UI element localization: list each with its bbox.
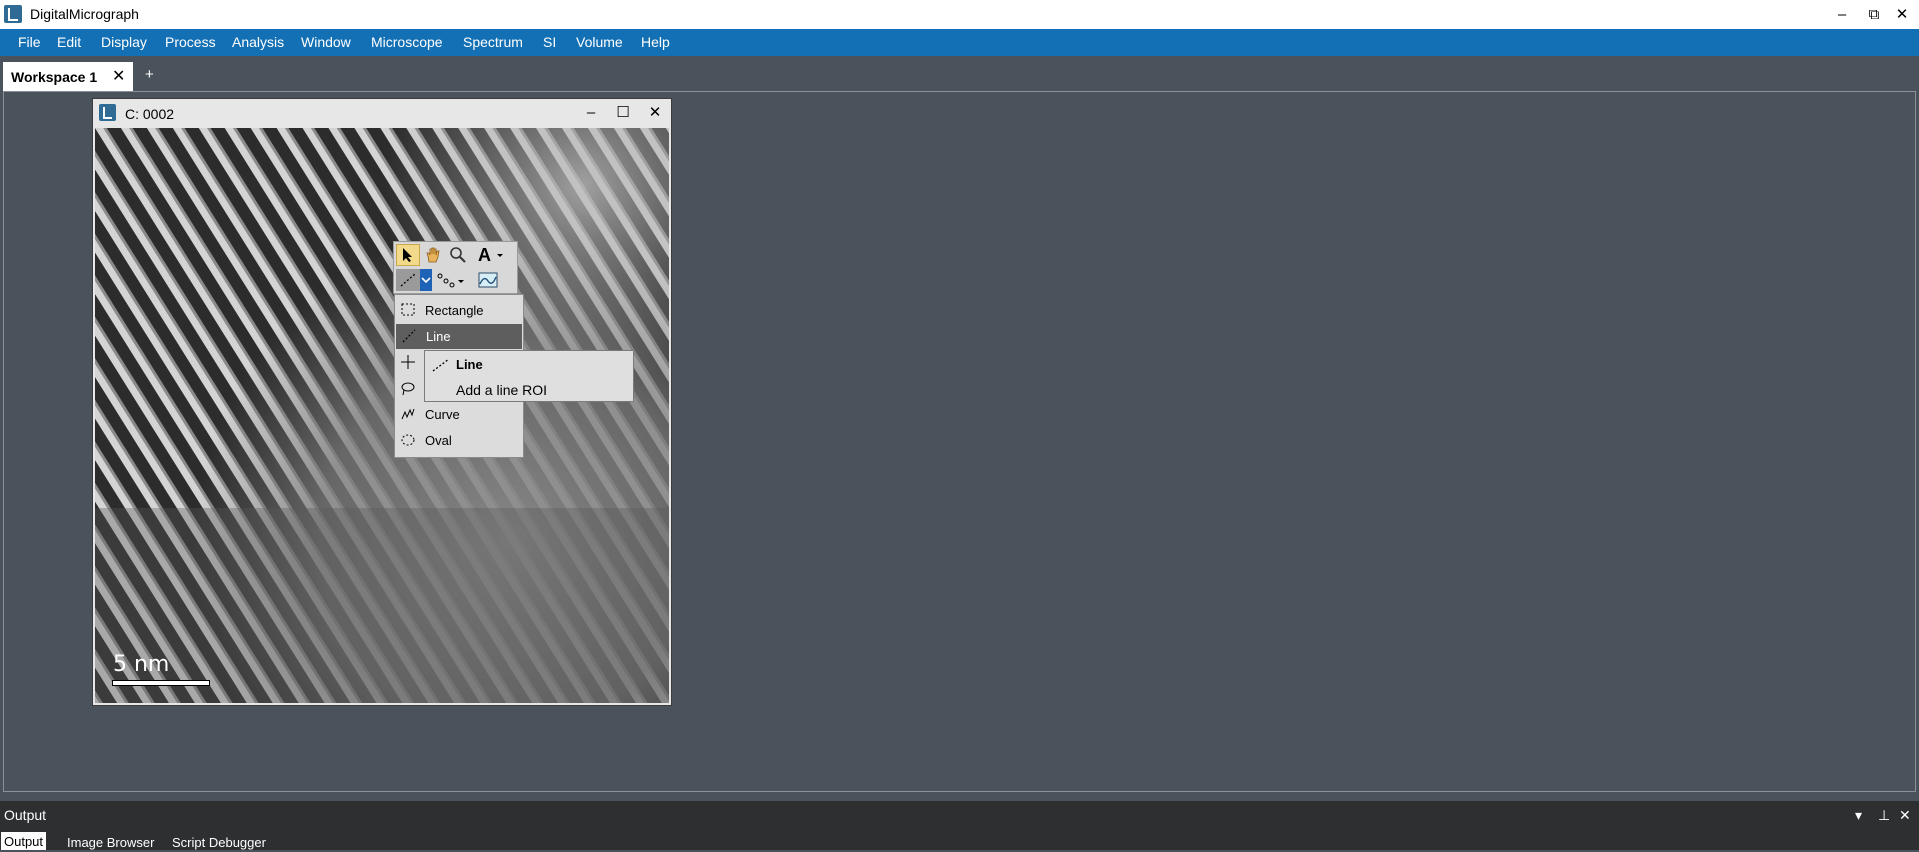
menu-display[interactable]: Display bbox=[101, 34, 147, 50]
roi-menu-item-rectangle[interactable]: Rectangle bbox=[395, 298, 523, 323]
app-title: DigitalMicrograph bbox=[30, 6, 139, 22]
line-roi-tooltip: Line Add a line ROI bbox=[424, 350, 634, 402]
rectangle-roi-icon bbox=[401, 303, 415, 316]
panel-close-icon[interactable]: ✕ bbox=[1899, 807, 1911, 824]
point-roi-icon bbox=[401, 355, 415, 369]
line-roi-tool-icon[interactable] bbox=[396, 269, 420, 291]
close-window-button[interactable]: ✕ bbox=[1885, 0, 1919, 29]
roi-menu-item-oval[interactable]: Oval bbox=[395, 428, 523, 453]
tab-image-browser[interactable]: Image Browser bbox=[67, 835, 154, 850]
roi-menu-item-curve[interactable]: Curve bbox=[395, 402, 523, 427]
output-tab-strip: Output Image Browser Script Debugger bbox=[0, 828, 1919, 850]
minimize-window-button[interactable]: – bbox=[1825, 0, 1859, 29]
menu-edit[interactable]: Edit bbox=[57, 34, 81, 50]
roi-menu-label: Rectangle bbox=[425, 303, 484, 318]
image-window-icon bbox=[99, 104, 116, 121]
tool-palette: A bbox=[393, 241, 518, 294]
oval-roi-icon bbox=[401, 434, 415, 446]
hand-tool-icon[interactable] bbox=[421, 244, 445, 266]
image-window-title: C: 0002 bbox=[125, 106, 175, 122]
menu-window[interactable]: Window bbox=[301, 34, 351, 50]
menu-si[interactable]: SI bbox=[543, 34, 556, 50]
menu-microscope[interactable]: Microscope bbox=[371, 34, 443, 50]
menu-help[interactable]: Help bbox=[641, 34, 670, 50]
roi-menu-label: Curve bbox=[425, 407, 460, 422]
output-panel-title: Output bbox=[4, 807, 47, 823]
curve-roi-icon bbox=[401, 408, 415, 420]
line-roi-icon bbox=[402, 329, 416, 343]
output-panel-header: Output ▾ ⊥ ✕ bbox=[0, 801, 1919, 828]
tab-close-icon[interactable]: ✕ bbox=[112, 66, 125, 86]
scale-bar-label: 5 nm bbox=[113, 652, 170, 677]
image-window[interactable]: C: 0002 – ☐ ✕ 5 nm bbox=[92, 98, 672, 706]
image-close-button[interactable]: ✕ bbox=[641, 101, 669, 125]
micrograph-image[interactable]: 5 nm bbox=[95, 128, 669, 703]
pin-icon[interactable]: ⊥ bbox=[1878, 807, 1890, 824]
roi-menu-item-line[interactable]: Line bbox=[396, 324, 522, 349]
roi-dropdown-chevron-icon[interactable] bbox=[420, 269, 432, 291]
lasso-roi-icon bbox=[401, 382, 415, 396]
tooltip-description: Add a line ROI bbox=[456, 382, 548, 398]
menu-spectrum[interactable]: Spectrum bbox=[463, 34, 523, 50]
panel-menu-chevron-icon[interactable]: ▾ bbox=[1855, 807, 1862, 824]
workspace-tab-strip: Workspace 1 ✕ + bbox=[0, 56, 1919, 91]
text-tool-icon[interactable]: A bbox=[474, 244, 508, 266]
tab-script-debugger[interactable]: Script Debugger bbox=[172, 835, 266, 850]
tooltip-title: Line bbox=[456, 357, 483, 372]
image-minimize-button[interactable]: – bbox=[577, 101, 605, 125]
tab-workspace-1[interactable]: Workspace 1 ✕ bbox=[3, 62, 133, 91]
line-roi-icon bbox=[432, 358, 450, 372]
menu-volume[interactable]: Volume bbox=[576, 34, 623, 50]
menu-analysis[interactable]: Analysis bbox=[232, 34, 284, 50]
roi-menu-label: Oval bbox=[425, 433, 452, 448]
menu-file[interactable]: File bbox=[18, 34, 41, 50]
scale-bar bbox=[112, 680, 210, 686]
profile-tool-icon[interactable] bbox=[476, 269, 500, 291]
zoom-tool-icon[interactable] bbox=[446, 244, 470, 266]
select-tool-arrow-icon[interactable] bbox=[396, 244, 420, 266]
menu-process[interactable]: Process bbox=[165, 34, 216, 50]
title-bar: DigitalMicrograph – ⧉ ✕ bbox=[0, 0, 1919, 29]
app-logo-icon bbox=[4, 5, 22, 23]
add-workspace-button[interactable]: + bbox=[145, 66, 154, 83]
svg-text:A: A bbox=[478, 246, 491, 264]
lattice-fringes-image bbox=[95, 128, 669, 703]
tab-label: Workspace 1 bbox=[11, 69, 98, 85]
image-maximize-button[interactable]: ☐ bbox=[609, 101, 637, 125]
roi-menu-label: Line bbox=[426, 329, 451, 344]
tab-output[interactable]: Output bbox=[1, 832, 47, 850]
point-tool-icon[interactable] bbox=[435, 269, 469, 291]
menu-bar: File Edit Display Process Analysis Windo… bbox=[0, 29, 1919, 56]
